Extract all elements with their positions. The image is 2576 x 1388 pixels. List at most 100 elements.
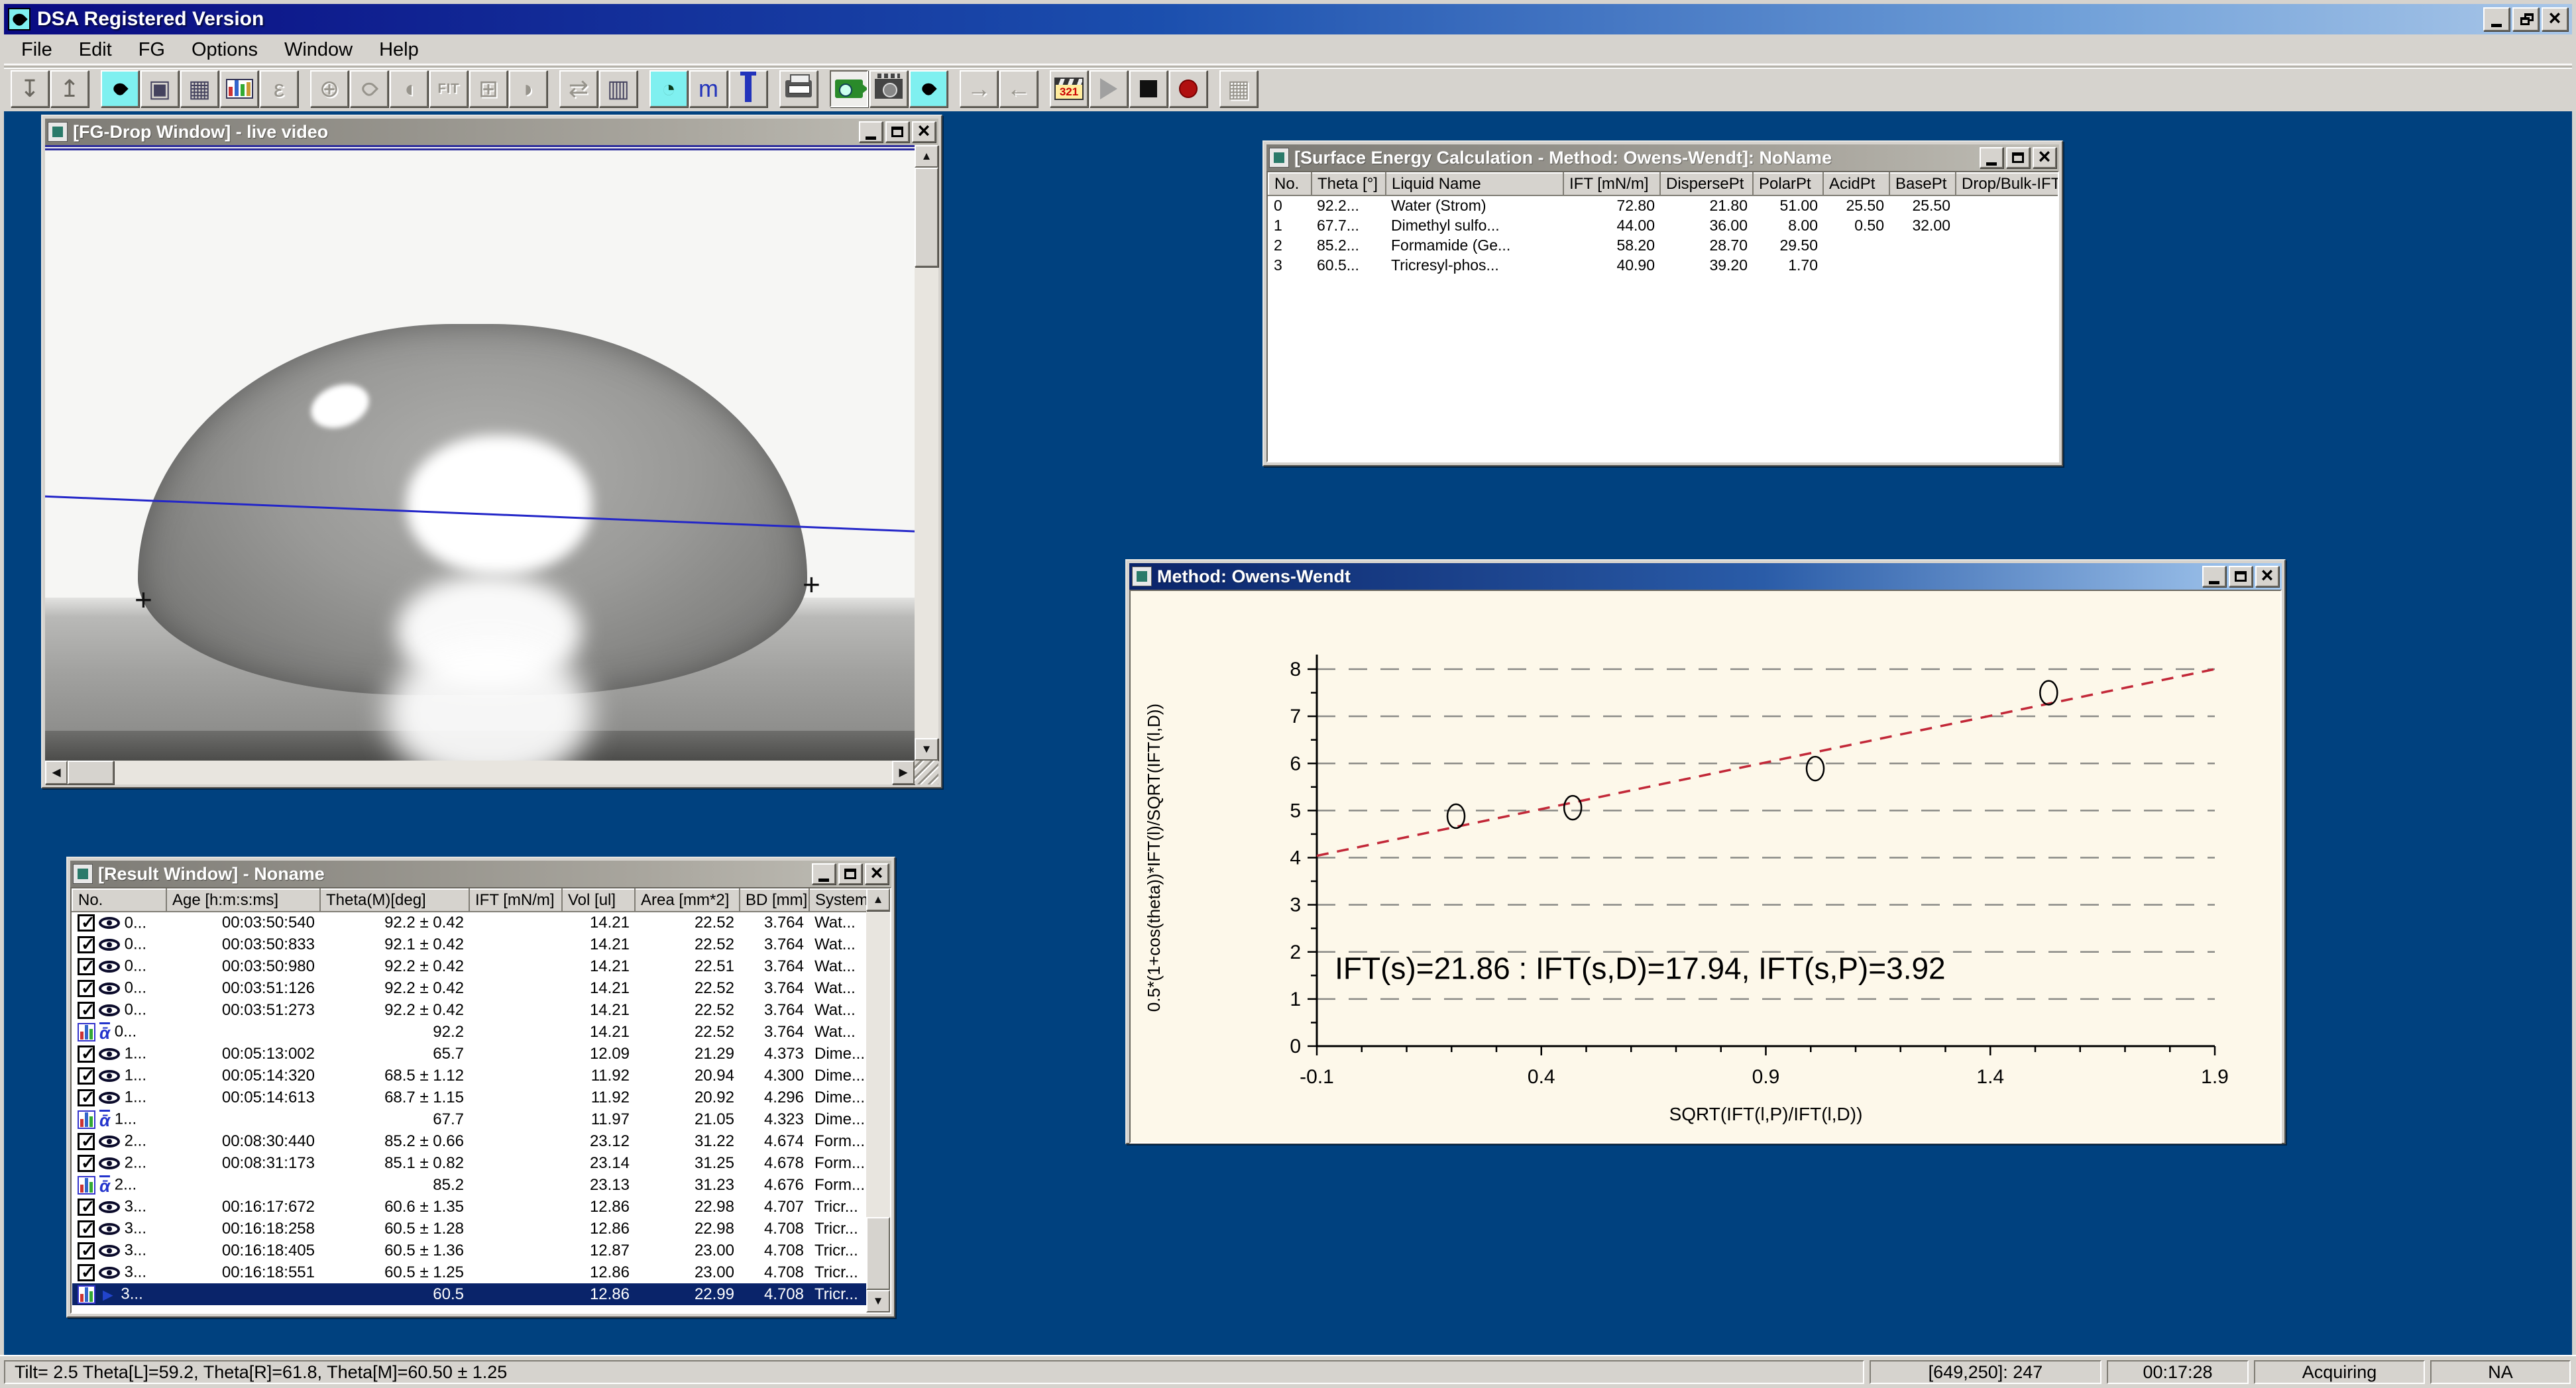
prev-image-button[interactable]: ← bbox=[999, 70, 1038, 107]
scroll-left-icon[interactable]: ◀ bbox=[45, 761, 68, 784]
statistics-window-button[interactable] bbox=[220, 70, 258, 107]
result-table-row[interactable]: ᾱ 2...85.223.1331.234.676Form... bbox=[72, 1174, 866, 1196]
fg-drop-window-button[interactable] bbox=[101, 70, 139, 107]
scroll-down-icon[interactable]: ▼ bbox=[915, 738, 938, 761]
baseline-detect-button[interactable]: ◖ bbox=[390, 70, 428, 107]
result-table-row[interactable]: ᾱ 0...92.214.2122.523.764Wat... bbox=[72, 1021, 866, 1043]
result-close-button[interactable]: × bbox=[865, 863, 889, 884]
result-table-row[interactable]: 1...00:05:14:32068.5 ± 1.1211.9220.944.3… bbox=[72, 1065, 866, 1087]
sec-column-header[interactable]: IFT [mN/m] bbox=[1563, 173, 1660, 195]
row-checkbox-icon[interactable] bbox=[78, 1002, 95, 1019]
menu-options[interactable]: Options bbox=[180, 36, 270, 64]
row-checkbox-icon[interactable] bbox=[78, 1045, 95, 1063]
restore-button[interactable] bbox=[2512, 7, 2539, 31]
row-checkbox-icon[interactable] bbox=[78, 1242, 95, 1259]
scroll-up-icon[interactable]: ▲ bbox=[915, 145, 938, 168]
frame-grabber-window-button[interactable]: ▣ bbox=[140, 70, 179, 107]
menu-help[interactable]: Help bbox=[367, 36, 431, 64]
result-table-row[interactable]: ► 3...60.512.8622.994.708Tricr... bbox=[72, 1283, 866, 1305]
sec-table-row[interactable]: 167.7...Dimethyl sulfo...44.0036.008.000… bbox=[1268, 215, 2059, 235]
result-column-header[interactable]: System bbox=[809, 889, 866, 912]
result-table-row[interactable]: 2...00:08:30:44085.2 ± 0.6623.1231.224.6… bbox=[72, 1130, 866, 1152]
result-minimize-button[interactable] bbox=[812, 863, 836, 884]
menu-file[interactable]: File bbox=[9, 36, 64, 64]
surface-energy-minimize-button[interactable] bbox=[1980, 147, 2003, 168]
sec-column-header[interactable]: PolarPt bbox=[1753, 173, 1823, 195]
result-scroll-down-icon[interactable]: ▼ bbox=[866, 1290, 890, 1312]
result-table-row[interactable]: 3...00:16:18:55160.5 ± 1.2512.8623.004.7… bbox=[72, 1261, 866, 1283]
video-vertical-scrollbar[interactable]: ▲ ▼ bbox=[915, 145, 938, 761]
import-profile-button[interactable]: ↧ bbox=[11, 70, 49, 107]
result-column-header[interactable]: Vol [ul] bbox=[562, 889, 635, 912]
fg-drop-maximize-button[interactable] bbox=[885, 121, 909, 142]
row-checkbox-icon[interactable] bbox=[78, 914, 95, 932]
surface-energy-close-button[interactable]: × bbox=[2033, 147, 2056, 168]
result-table-row[interactable]: 0...00:03:51:27392.2 ± 0.4214.2122.523.7… bbox=[72, 999, 866, 1021]
fg-drop-close-button[interactable]: × bbox=[912, 121, 936, 142]
menu-window[interactable]: Window bbox=[272, 36, 364, 64]
result-table-row[interactable]: ᾱ 1...67.711.9721.054.323Dime... bbox=[72, 1108, 866, 1130]
row-checkbox-icon[interactable] bbox=[78, 1220, 95, 1238]
record-button[interactable] bbox=[1169, 70, 1207, 107]
method-minimize-button[interactable] bbox=[2202, 566, 2226, 587]
export-profile-button[interactable]: ↥ bbox=[50, 70, 89, 107]
row-checkbox-icon[interactable] bbox=[78, 1067, 95, 1085]
result-table-row[interactable]: 0...00:03:50:83392.1 ± 0.4214.2122.523.7… bbox=[72, 934, 866, 955]
transfer-contour-button[interactable]: ⇄ bbox=[559, 70, 598, 107]
result-column-header[interactable]: IFT [mN/m] bbox=[469, 889, 562, 912]
result-maximize-button[interactable] bbox=[838, 863, 862, 884]
fg-drop-titlebar[interactable]: [FG-Drop Window] - live video × bbox=[45, 119, 938, 145]
close-button[interactable]: × bbox=[2542, 7, 2568, 31]
sec-column-header[interactable]: DispersePt bbox=[1660, 173, 1753, 195]
play-button[interactable] bbox=[1090, 70, 1128, 107]
resize-grip[interactable] bbox=[915, 761, 938, 784]
result-column-header[interactable]: Age [h:m:s:ms] bbox=[166, 889, 320, 912]
row-checkbox-icon[interactable] bbox=[78, 936, 95, 953]
result-table-row[interactable]: 2...00:08:31:17385.1 ± 0.8223.1431.254.6… bbox=[72, 1152, 866, 1174]
sec-column-header[interactable]: No. bbox=[1268, 173, 1312, 195]
row-checkbox-icon[interactable] bbox=[78, 958, 95, 975]
dosing-unit-button[interactable] bbox=[729, 70, 767, 107]
drop-contour-button[interactable] bbox=[350, 70, 388, 107]
menu-fg[interactable]: FG bbox=[127, 36, 177, 64]
result-column-header[interactable]: Theta(M)[deg] bbox=[320, 889, 469, 912]
snapshot-button[interactable] bbox=[869, 70, 908, 107]
video-horizontal-scrollbar[interactable]: ◀ ▶ bbox=[45, 761, 915, 784]
fit-region-button[interactable]: ⊞ bbox=[469, 70, 508, 107]
goniometer-button[interactable]: ⊕ bbox=[310, 70, 349, 107]
row-checkbox-icon[interactable] bbox=[78, 1199, 95, 1216]
result-column-header[interactable]: No. bbox=[72, 889, 166, 912]
fg-drop-minimize-button[interactable] bbox=[859, 121, 883, 142]
movie-sequence-button[interactable]: 321 bbox=[1050, 70, 1088, 107]
print-button[interactable] bbox=[779, 70, 818, 107]
sec-column-header[interactable]: AcidPt bbox=[1823, 173, 1889, 195]
result-column-header[interactable]: Area [mm*2] bbox=[635, 889, 740, 912]
sec-column-header[interactable]: Liquid Name bbox=[1386, 173, 1563, 195]
result-table-row[interactable]: 0...00:03:50:98092.2 ± 0.4214.2122.513.7… bbox=[72, 955, 866, 977]
scroll-right-icon[interactable]: ▶ bbox=[892, 761, 915, 784]
drop-image-button[interactable] bbox=[909, 70, 948, 107]
sec-table-row[interactable]: 092.2...Water (Strom)72.8021.8051.0025.5… bbox=[1268, 195, 2059, 215]
sec-table-row[interactable]: 360.5...Tricresyl-phos...40.9039.201.70 bbox=[1268, 255, 2059, 275]
fit-button[interactable]: FIT bbox=[429, 70, 468, 107]
result-vertical-scrollbar[interactable]: ▲ ▼ bbox=[866, 888, 890, 1312]
result-table-row[interactable]: 3...00:16:18:25860.5 ± 1.2812.8622.984.7… bbox=[72, 1218, 866, 1240]
needle-mask-button[interactable]: ◗ bbox=[509, 70, 547, 107]
result-table-row[interactable]: 3...00:16:18:40560.5 ± 1.3612.8723.004.7… bbox=[72, 1240, 866, 1261]
script-editor-button[interactable]: ε bbox=[260, 70, 298, 107]
sec-column-header[interactable]: Drop/Bulk-IFT bbox=[1956, 173, 2059, 195]
row-checkbox-icon[interactable] bbox=[78, 1133, 95, 1150]
menu-edit[interactable]: Edit bbox=[67, 36, 124, 64]
row-checkbox-icon[interactable] bbox=[78, 980, 95, 997]
live-video-button[interactable] bbox=[830, 70, 868, 107]
result-window-titlebar[interactable]: [Result Window] - Noname × bbox=[70, 861, 891, 887]
next-image-button[interactable]: → bbox=[960, 70, 998, 107]
stop-button[interactable] bbox=[1129, 70, 1168, 107]
minimize-button[interactable] bbox=[2483, 7, 2510, 31]
row-checkbox-icon[interactable] bbox=[78, 1264, 95, 1281]
sec-column-header[interactable]: Theta [°] bbox=[1312, 173, 1386, 195]
sec-table-row[interactable]: 285.2...Formamide (Ge...58.2028.7029.50 bbox=[1268, 235, 2059, 255]
method-maximize-button[interactable] bbox=[2229, 566, 2253, 587]
row-checkbox-icon[interactable] bbox=[78, 1089, 95, 1106]
method-close-button[interactable]: × bbox=[2255, 566, 2279, 587]
